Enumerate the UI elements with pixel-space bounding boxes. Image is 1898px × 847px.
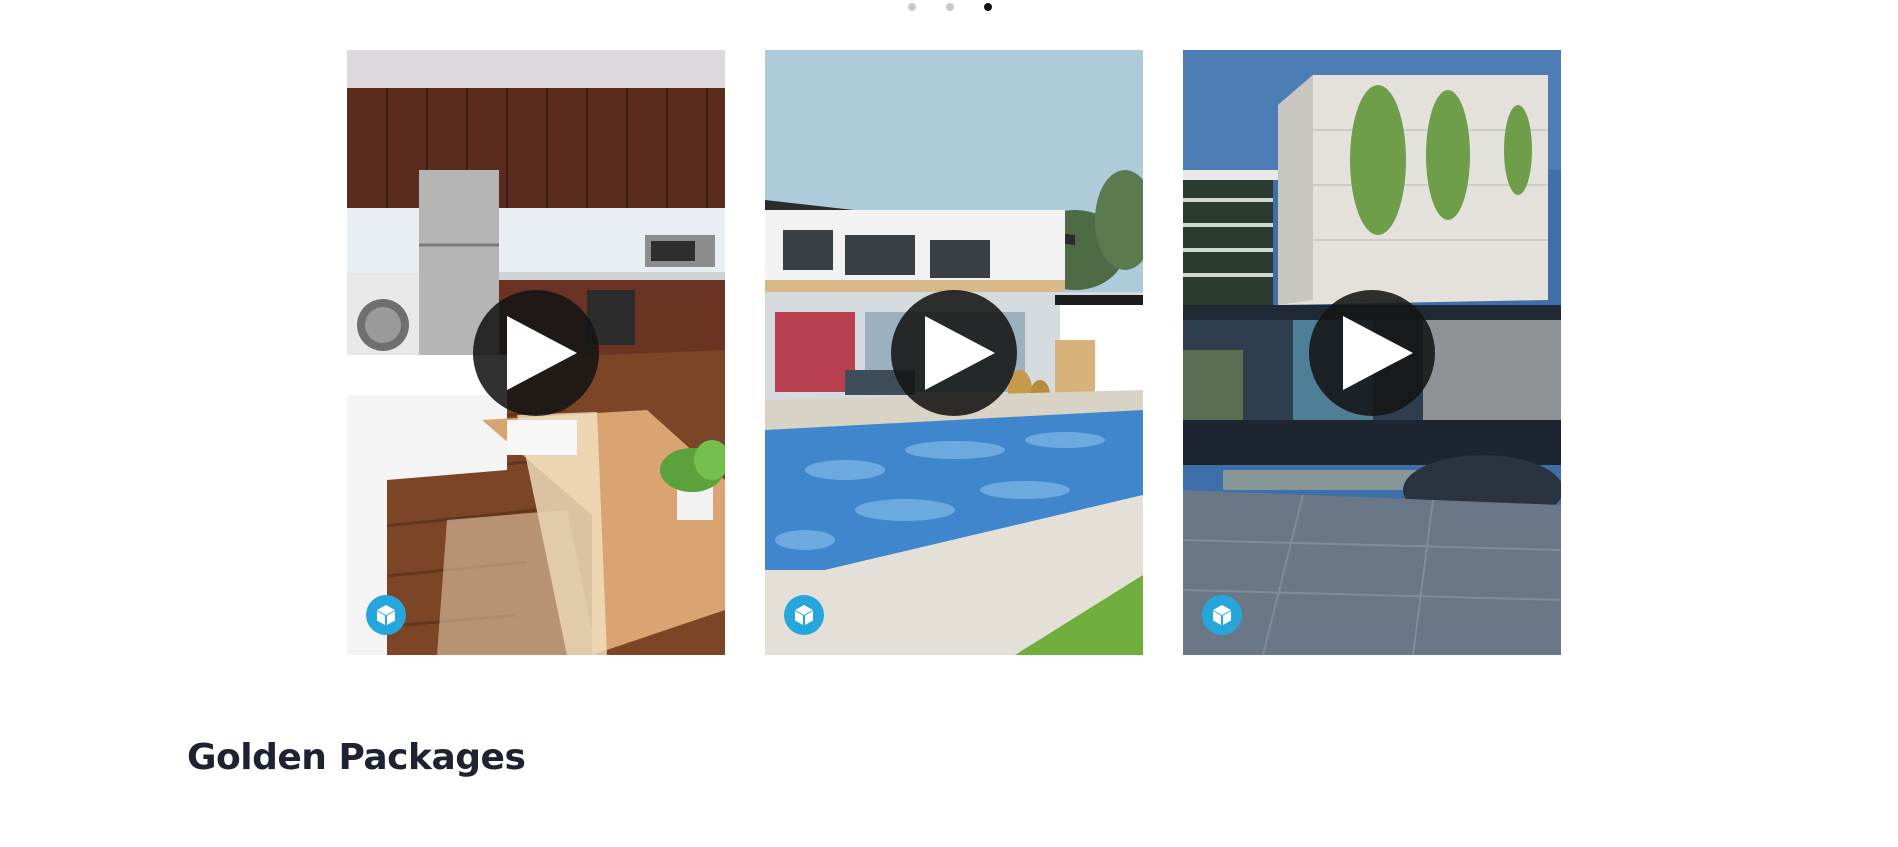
carousel-indicators [0, 3, 1898, 11]
cube-3d-icon [1213, 605, 1231, 625]
section-title-golden-packages: Golden Packages [187, 737, 526, 778]
carousel-dot-2[interactable] [946, 3, 954, 11]
view-3d-badge[interactable] [366, 595, 406, 635]
view-3d-badge[interactable] [1202, 595, 1242, 635]
play-button[interactable] [473, 290, 599, 416]
carousel-dot-1[interactable] [908, 3, 916, 11]
play-icon [925, 316, 995, 390]
view-3d-badge[interactable] [784, 595, 824, 635]
play-button[interactable] [891, 290, 1017, 416]
video-card-kitchen[interactable] [347, 50, 725, 655]
carousel-dot-3-active[interactable] [984, 3, 992, 11]
video-card-villa-pool[interactable] [765, 50, 1143, 655]
cube-3d-icon [795, 605, 813, 625]
cube-3d-icon [377, 605, 395, 625]
video-card-modern-house[interactable] [1183, 50, 1561, 655]
play-icon [507, 316, 577, 390]
play-button[interactable] [1309, 290, 1435, 416]
play-icon [1343, 316, 1413, 390]
